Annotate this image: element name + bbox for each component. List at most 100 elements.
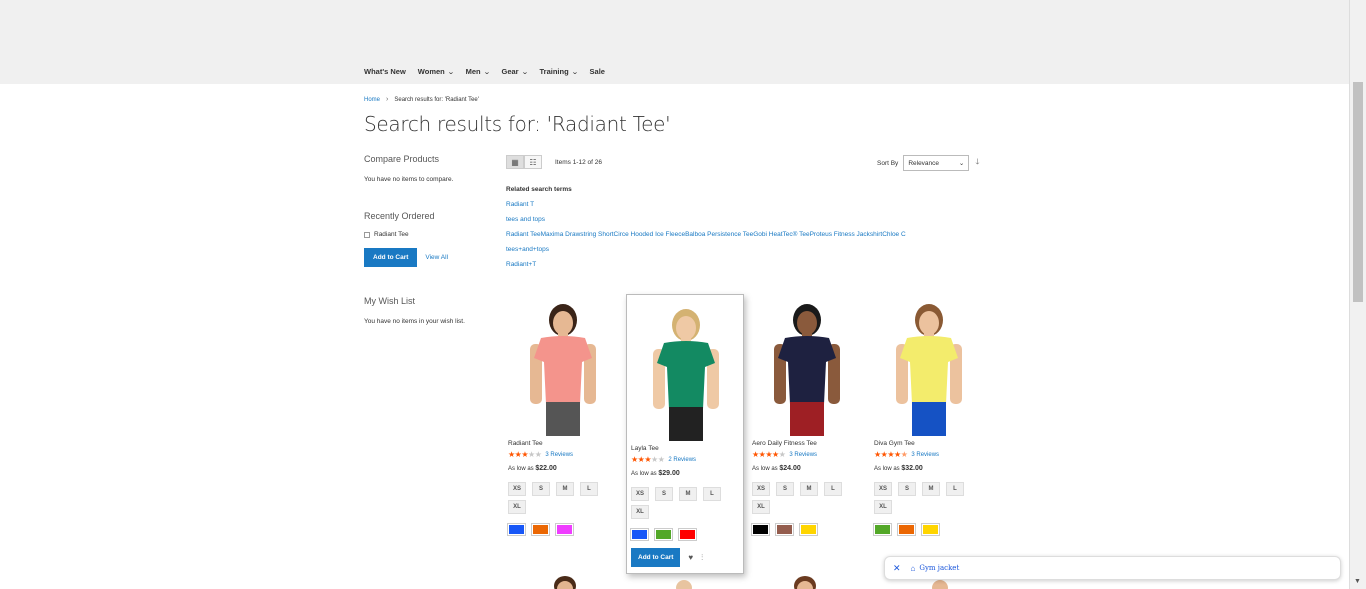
- size-swatch[interactable]: L: [824, 482, 842, 496]
- page-title: Search results for: 'Radiant Tee': [364, 112, 671, 136]
- size-swatch[interactable]: S: [532, 482, 550, 496]
- star-icon: ★: [778, 450, 786, 459]
- scroll-down-icon[interactable]: ▼: [1354, 578, 1361, 585]
- main-nav: What's New Women ⌄ Men ⌄ Gear ⌄ Training ⌄ S…: [364, 67, 617, 76]
- nav-women[interactable]: Women ⌄: [418, 67, 455, 76]
- size-swatch[interactable]: S: [655, 487, 673, 501]
- nav-gear[interactable]: Gear ⌄: [502, 67, 529, 76]
- product-photo: [530, 304, 596, 436]
- add-to-cart-button[interactable]: Add to Cart: [631, 548, 681, 567]
- close-icon[interactable]: ✕: [893, 563, 901, 574]
- recently-ordered-item: Radiant Tee: [364, 231, 494, 238]
- related-title: Related search terms: [506, 186, 572, 193]
- size-swatch[interactable]: L: [580, 482, 598, 496]
- star-icon: ★: [752, 450, 759, 459]
- product-name[interactable]: Diva Gym Tee: [874, 440, 992, 447]
- breadcrumb-home[interactable]: Home: [364, 97, 380, 103]
- wishlist-title: My Wish List: [364, 296, 416, 306]
- product-name[interactable]: Layla Tee: [631, 445, 739, 452]
- size-swatch[interactable]: S: [898, 482, 916, 496]
- star-icon: ★: [887, 450, 895, 459]
- size-swatch[interactable]: XS: [508, 482, 526, 496]
- product-rating: ★★★★★ 3 Reviews: [752, 450, 870, 459]
- size-swatch[interactable]: XS: [752, 482, 770, 496]
- size-swatch[interactable]: XL: [752, 500, 770, 514]
- size-swatch[interactable]: XL: [508, 500, 526, 514]
- product-actions: Add to Cart ♥ ⫶: [631, 548, 739, 567]
- sort-label: Sort By: [877, 159, 899, 167]
- view-all-link[interactable]: View All: [425, 254, 448, 261]
- sort-direction-icon[interactable]: 🡓: [975, 156, 979, 170]
- color-swatch[interactable]: [775, 523, 794, 536]
- color-swatch[interactable]: [897, 523, 916, 536]
- size-swatch[interactable]: M: [556, 482, 574, 496]
- scrollbar-thumb[interactable]: [1353, 82, 1363, 302]
- add-to-cart-button[interactable]: Add to Cart: [364, 248, 418, 267]
- heart-icon[interactable]: ♥: [688, 553, 693, 562]
- product-name[interactable]: Radiant Tee: [508, 440, 626, 447]
- nav-whats-new[interactable]: What's New: [364, 67, 406, 76]
- product-price: As low as $24.00: [752, 465, 870, 472]
- size-swatch[interactable]: M: [800, 482, 818, 496]
- recent-item-checkbox[interactable]: [364, 231, 370, 238]
- reviews-link[interactable]: 3 Reviews: [911, 452, 939, 458]
- size-swatch[interactable]: M: [922, 482, 940, 496]
- view-mode-switcher: ▦ ☷: [506, 155, 542, 169]
- size-swatch[interactable]: XS: [874, 482, 892, 496]
- star-icon: ★: [508, 450, 515, 459]
- related-term-link[interactable]: tees and tops: [506, 216, 906, 223]
- chevron-down-icon: ⌄: [446, 68, 455, 76]
- product-image[interactable]: [874, 296, 992, 436]
- sort-select[interactable]: Relevance ⌄: [903, 155, 970, 171]
- size-swatch[interactable]: S: [776, 482, 794, 496]
- product-image-partial: [540, 572, 600, 589]
- vertical-scrollbar[interactable]: ▼: [1349, 0, 1366, 589]
- size-swatch[interactable]: L: [703, 487, 721, 501]
- reviews-link[interactable]: 3 Reviews: [545, 452, 573, 458]
- nav-men[interactable]: Men ⌄: [465, 67, 491, 76]
- nav-label: Men: [465, 67, 481, 76]
- size-swatches: XS S M L XL: [631, 487, 731, 523]
- related-term-link[interactable]: Radiant+T: [506, 261, 906, 268]
- reviews-link[interactable]: 2 Reviews: [668, 457, 696, 463]
- size-swatches: XS S M L XL: [874, 482, 974, 518]
- related-term-link[interactable]: tees+and+tops: [506, 246, 906, 253]
- reviews-link[interactable]: 3 Reviews: [789, 452, 817, 458]
- color-swatch[interactable]: [921, 523, 940, 536]
- grid-view-icon[interactable]: ▦: [506, 155, 524, 169]
- color-swatch[interactable]: [555, 523, 574, 536]
- color-swatch[interactable]: [678, 528, 697, 541]
- star-icon: ★: [900, 450, 908, 459]
- product-image[interactable]: [752, 296, 870, 436]
- sort-value: Relevance: [908, 159, 940, 167]
- color-swatch[interactable]: [630, 528, 649, 541]
- star-icon: ★: [528, 450, 535, 459]
- size-swatch[interactable]: XL: [874, 500, 892, 514]
- compare-icon[interactable]: ⫶: [701, 553, 703, 563]
- color-swatch[interactable]: [751, 523, 770, 536]
- sorter: Sort By Relevance ⌄ 🡓: [877, 155, 979, 171]
- nav-training[interactable]: Training ⌄: [539, 67, 578, 76]
- color-swatch[interactable]: [531, 523, 550, 536]
- related-term-link[interactable]: Radiant TeeMaxima Drawstring ShortCirce …: [506, 231, 906, 238]
- color-swatch[interactable]: [799, 523, 818, 536]
- color-swatch[interactable]: [873, 523, 892, 536]
- product-name[interactable]: Aero Daily Fitness Tee: [752, 440, 870, 447]
- list-view-icon[interactable]: ☷: [524, 155, 542, 169]
- size-swatch[interactable]: L: [946, 482, 964, 496]
- nav-sale[interactable]: Sale: [590, 67, 605, 76]
- search-suggestion-chip[interactable]: ✕ ⌂ Gym jacket: [884, 556, 1341, 580]
- product-rating: ★★★★★ 3 Reviews: [874, 450, 992, 459]
- color-swatches: [507, 523, 626, 536]
- product-image[interactable]: [508, 296, 626, 436]
- color-swatch[interactable]: [507, 523, 526, 536]
- tag-icon: ⌂: [910, 563, 916, 573]
- size-swatches: XS S M L XL: [752, 482, 852, 518]
- color-swatch[interactable]: [654, 528, 673, 541]
- related-term-link[interactable]: Radiant T: [506, 201, 906, 208]
- size-swatch[interactable]: XL: [631, 505, 649, 519]
- size-swatch[interactable]: M: [679, 487, 697, 501]
- product-image-partial: [787, 572, 847, 589]
- size-swatch[interactable]: XS: [631, 487, 649, 501]
- product-image[interactable]: [631, 301, 739, 441]
